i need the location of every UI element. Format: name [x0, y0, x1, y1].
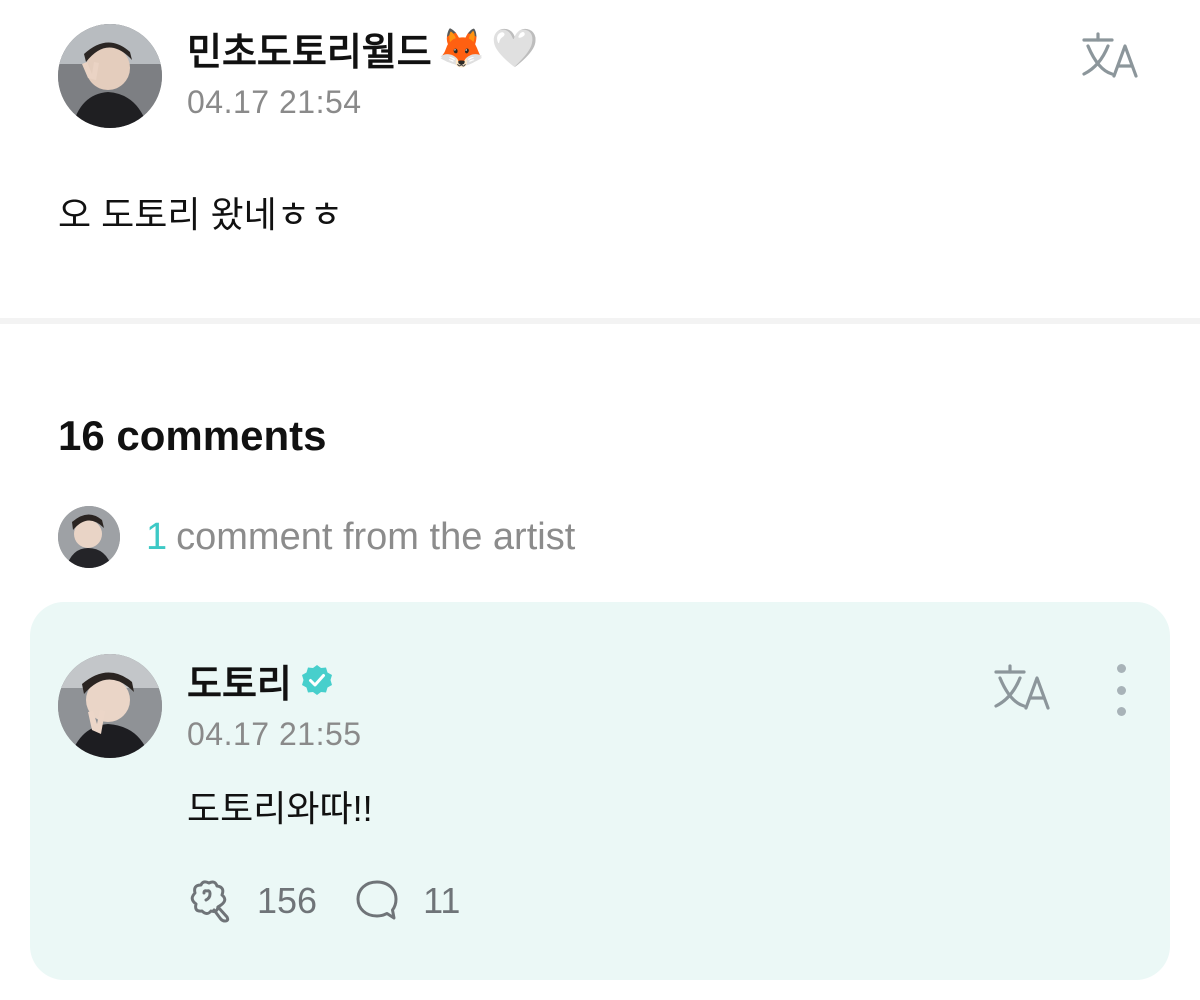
artist-mini-avatar: [58, 506, 120, 568]
more-dot: [1116, 685, 1126, 695]
artist-comments-label: 1 comment from the artist: [146, 516, 575, 559]
comments-count-heading: 16 comments: [58, 412, 327, 459]
author-name-text: 민초도토리월드: [187, 31, 432, 74]
more-dot: [1116, 707, 1126, 716]
avatar-photo-icon: [58, 506, 120, 568]
post-page: 민초도토리월드 🦊 🤍 04.17 21:54 오 도토리 왔네ㅎㅎ 16 co…: [0, 0, 1200, 1000]
artist-comment-count: 1: [146, 515, 168, 558]
comment-timestamp: 04.17 21:55: [187, 716, 362, 752]
post-author-avatar[interactable]: [58, 24, 162, 128]
reply-count: 11: [423, 880, 461, 921]
comment-actions-bar: 156 11: [187, 874, 496, 928]
like-button[interactable]: 156: [187, 877, 317, 925]
avatar-photo-icon: [58, 24, 162, 128]
section-divider: [0, 318, 1200, 324]
comment-author-text: 도토리: [187, 663, 292, 706]
post-body-text: 오 도토리 왔네ㅎㅎ: [58, 194, 343, 235]
avatar-photo-icon: [58, 654, 162, 758]
comment-author-name[interactable]: 도토리: [187, 652, 334, 708]
like-icon: [190, 880, 230, 923]
comment-body-text: 도토리와따!!: [187, 788, 373, 829]
verified-badge-icon: [301, 665, 332, 695]
comment-translate-button[interactable]: [992, 662, 1054, 714]
artist-comment-text: comment from the artist: [176, 515, 576, 558]
fox-emoji: 🦊: [437, 25, 486, 70]
reply-bubble-icon: [356, 880, 398, 920]
artist-comments-filter[interactable]: 1 comment from the artist: [58, 506, 575, 568]
comment-author-avatar[interactable]: [58, 654, 162, 758]
like-count: 156: [257, 880, 318, 921]
translate-button[interactable]: [1080, 30, 1142, 82]
post-author-name[interactable]: 민초도토리월드 🦊 🤍: [187, 20, 538, 76]
translate-icon: [994, 664, 1050, 710]
reply-button[interactable]: 11: [353, 877, 460, 925]
white-heart-emoji: 🤍: [491, 25, 539, 70]
translate-icon: [1082, 32, 1138, 78]
artist-comment-card: 도토리 04.17 21:55 도토리와따!! 156 11: [30, 602, 1170, 980]
more-options-button[interactable]: [1106, 664, 1136, 716]
post-timestamp: 04.17 21:54: [187, 84, 362, 120]
more-dot: [1116, 664, 1126, 673]
